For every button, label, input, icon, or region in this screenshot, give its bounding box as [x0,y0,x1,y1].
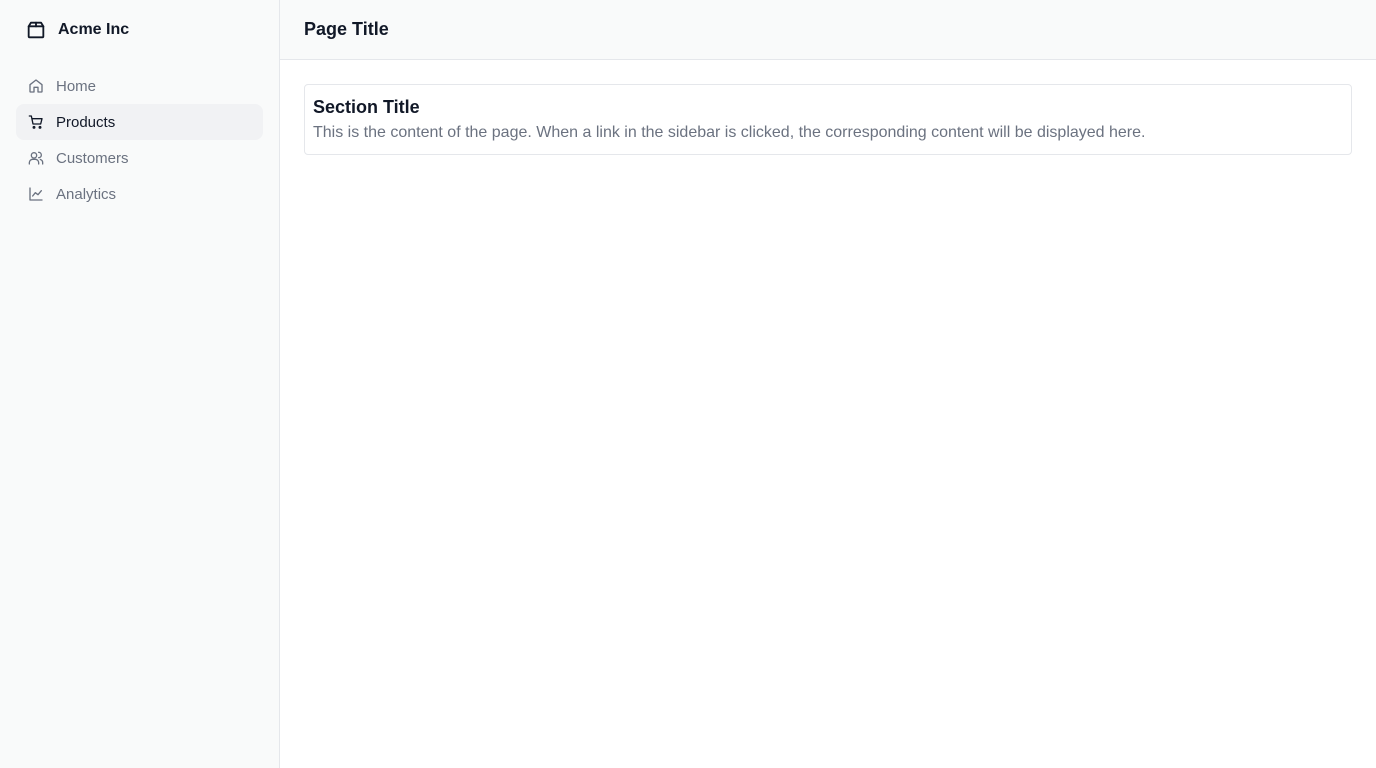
sidebar-item-analytics[interactable]: Analytics [16,176,263,212]
section-title: Section Title [313,97,420,117]
section-body: This is the content of the page. When a … [313,124,1146,141]
brand-link[interactable]: Acme Inc [0,0,279,60]
content-card: Section Title This is the content of the… [304,84,1352,155]
sidebar-item-label: Products [56,113,116,131]
sidebar: Acme Inc Home Products Customers Analyti… [0,0,280,768]
cart-icon [28,114,44,130]
line-chart-icon [28,186,44,202]
sidebar-item-label: Analytics [56,185,117,203]
sidebar-item-customers[interactable]: Customers [16,140,263,176]
users-icon [28,150,44,166]
page-title: Page Title [304,19,389,39]
package-icon [24,18,48,42]
sidebar-item-home[interactable]: Home [16,68,263,104]
page-content: Section Title This is the content of the… [280,60,1376,155]
top-bar: Page Title [280,0,1376,60]
main-area: Page Title Section Title This is the con… [280,0,1376,768]
app-shell: Acme Inc Home Products Customers Analyti… [0,0,1376,768]
sidebar-nav: Home Products Customers Analytics [0,60,279,212]
sidebar-item-label: Customers [56,149,129,167]
home-icon [28,78,44,94]
sidebar-item-products[interactable]: Products [16,104,263,140]
brand-name: Acme Inc [58,21,130,38]
sidebar-item-label: Home [56,77,97,95]
